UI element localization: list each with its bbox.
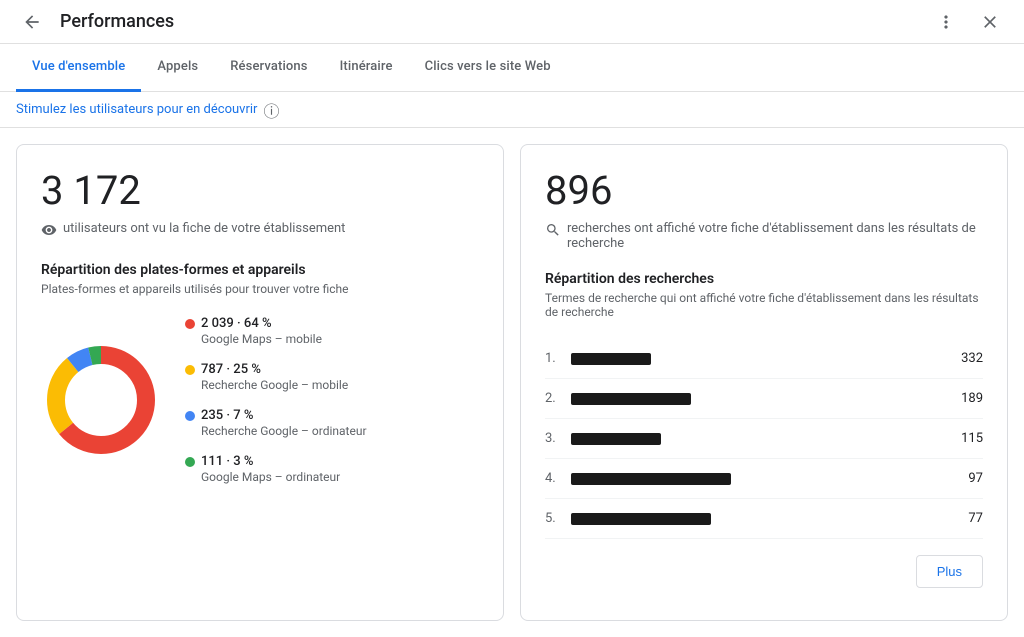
header-left: Performances <box>16 6 174 38</box>
views-desc-text: utilisateurs ont vu la fiche de votre ét… <box>63 221 345 236</box>
views-section-title: Répartition des plates-formes et apparei… <box>41 262 479 278</box>
tab-reservations[interactable]: Réservations <box>214 44 323 92</box>
legend-item-1: 2 039 · 64 % Google Maps – mobile <box>185 316 367 346</box>
search-count-1: 332 <box>961 351 983 366</box>
search-icon <box>545 222 561 242</box>
search-list: 1. 332 2. 189 3. 115 <box>545 339 983 539</box>
eye-icon <box>41 222 57 242</box>
search-count-3: 115 <box>961 431 983 446</box>
legend-label-1: Google Maps – mobile <box>185 332 367 346</box>
banner-row: Stimulez les utilisateurs pour en découv… <box>0 92 1024 128</box>
redacted-bar-2 <box>571 393 691 405</box>
redacted-bar-4 <box>571 473 731 485</box>
back-button[interactable] <box>16 6 48 38</box>
views-stat-number: 3 172 <box>41 169 479 213</box>
search-rank-1: 1. <box>545 351 561 366</box>
search-item-5-left: 5. <box>545 511 711 526</box>
redacted-bar-3 <box>571 433 661 445</box>
legend-label-2: Recherche Google – mobile <box>185 378 367 392</box>
tab-itineraire[interactable]: Itinéraire <box>324 44 409 92</box>
search-item-5: 5. 77 <box>545 499 983 539</box>
more-options-button[interactable] <box>928 4 964 40</box>
searches-stat-desc: recherches ont affiché votre fiche d'éta… <box>545 221 983 251</box>
page-title: Performances <box>60 11 174 32</box>
search-item-4-left: 4. <box>545 471 731 486</box>
donut-chart <box>41 340 161 460</box>
legend-dot-blue <box>185 411 195 421</box>
views-stat-desc: utilisateurs ont vu la fiche de votre ét… <box>41 221 479 242</box>
banner-text: Stimulez les utilisateurs pour en découv… <box>16 102 257 117</box>
tab-appels[interactable]: Appels <box>141 44 214 92</box>
legend-dot-yellow <box>185 365 195 375</box>
legend-item-2: 787 · 25 % Recherche Google – mobile <box>185 362 367 392</box>
legend-item-3: 235 · 7 % Recherche Google – ordinateur <box>185 408 367 438</box>
plus-btn-area: Plus <box>545 555 983 588</box>
legend-dot-green <box>185 457 195 467</box>
search-item-1: 1. 332 <box>545 339 983 379</box>
chart-area: 2 039 · 64 % Google Maps – mobile 787 · … <box>41 316 479 484</box>
header-right <box>928 4 1008 40</box>
search-item-2: 2. 189 <box>545 379 983 419</box>
searches-section-title: Répartition des recherches <box>545 271 983 287</box>
searches-desc-text: recherches ont affiché votre fiche d'éta… <box>567 221 983 251</box>
tab-vue-ensemble[interactable]: Vue d'ensemble <box>16 44 141 92</box>
searches-section-subtitle: Termes de recherche qui ont affiché votr… <box>545 291 983 319</box>
search-item-3-left: 3. <box>545 431 661 446</box>
search-item-2-left: 2. <box>545 391 691 406</box>
main-content: 3 172 utilisateurs ont vu la fiche de vo… <box>0 128 1024 637</box>
search-item-3: 3. 115 <box>545 419 983 459</box>
search-rank-5: 5. <box>545 511 561 526</box>
search-item-4: 4. 97 <box>545 459 983 499</box>
views-section-subtitle: Plates-formes et appareils utilisés pour… <box>41 282 479 296</box>
legend-value-1: 2 039 · 64 % <box>201 316 272 331</box>
legend-label-4: Google Maps – ordinateur <box>185 470 367 484</box>
legend: 2 039 · 64 % Google Maps – mobile 787 · … <box>185 316 367 484</box>
redacted-bar-1 <box>571 353 651 365</box>
search-rank-4: 4. <box>545 471 561 486</box>
views-card: 3 172 utilisateurs ont vu la fiche de vo… <box>16 144 504 621</box>
header: Performances <box>0 0 1024 44</box>
search-rank-3: 3. <box>545 431 561 446</box>
plus-button[interactable]: Plus <box>916 555 983 588</box>
legend-label-3: Recherche Google – ordinateur <box>185 424 367 438</box>
redacted-bar-5 <box>571 513 711 525</box>
info-icon: ⓘ <box>263 98 279 122</box>
search-item-1-left: 1. <box>545 351 651 366</box>
search-rank-2: 2. <box>545 391 561 406</box>
legend-value-2: 787 · 25 % <box>201 362 261 377</box>
legend-value-3: 235 · 7 % <box>201 408 254 423</box>
search-count-4: 97 <box>968 471 983 486</box>
searches-stat-number: 896 <box>545 169 983 213</box>
search-count-5: 77 <box>968 511 983 526</box>
search-count-2: 189 <box>961 391 983 406</box>
searches-card: 896 recherches ont affiché votre fiche d… <box>520 144 1008 621</box>
close-button[interactable] <box>972 4 1008 40</box>
tabs-bar: Vue d'ensemble Appels Réservations Itiné… <box>0 44 1024 92</box>
legend-item-4: 111 · 3 % Google Maps – ordinateur <box>185 454 367 484</box>
legend-value-4: 111 · 3 % <box>201 454 254 469</box>
tab-clics-site[interactable]: Clics vers le site Web <box>409 44 567 92</box>
legend-dot-red <box>185 319 195 329</box>
